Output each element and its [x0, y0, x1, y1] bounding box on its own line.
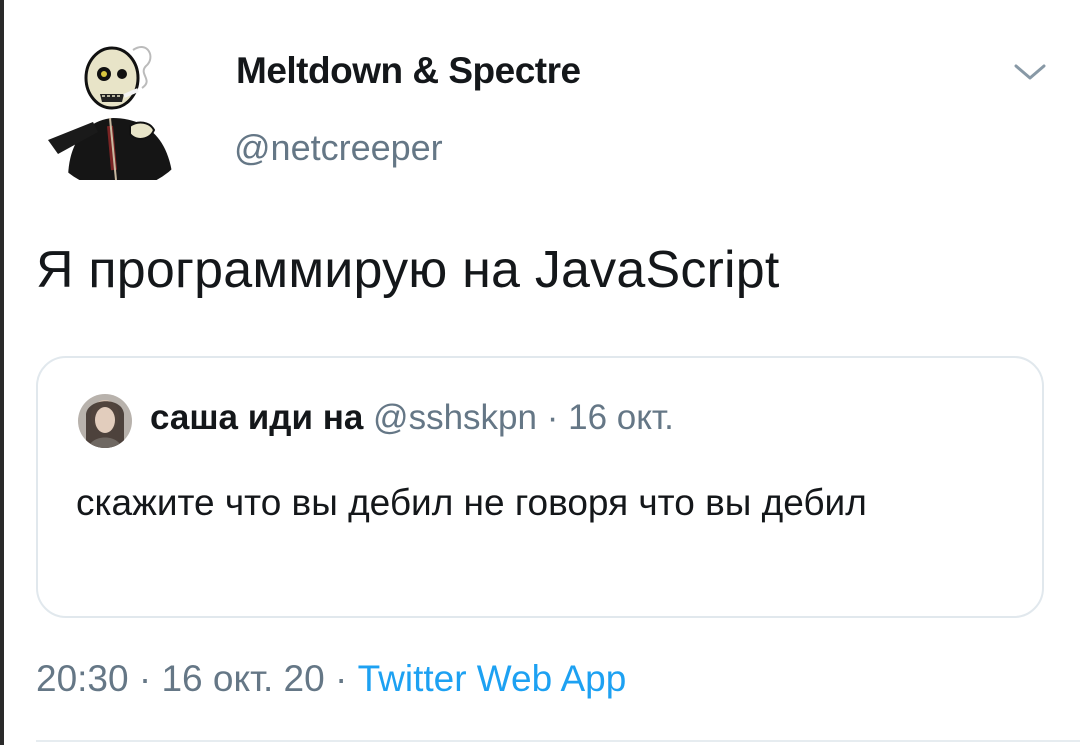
- window-edge: [0, 0, 4, 745]
- skeleton-illustration: [38, 30, 198, 190]
- author-handle[interactable]: @netcreeper: [234, 127, 443, 169]
- quoted-header: саша иди на @sshskpn · 16 окт.: [150, 398, 674, 438]
- quoted-tweet-text: скажите что вы дебил не говоря что вы де…: [76, 482, 867, 523]
- quoted-tweet-card[interactable]: саша иди на @sshskpn · 16 окт. скажите ч…: [36, 356, 1044, 618]
- quoted-separator: ·: [546, 398, 559, 437]
- portrait-photo: [78, 394, 132, 448]
- tweet-date[interactable]: 16 окт. 20: [161, 658, 324, 699]
- tweet-meta: 20:30 · 16 окт. 20 · Twitter Web App: [36, 658, 626, 700]
- author-avatar[interactable]: [38, 30, 198, 190]
- quoted-author-avatar[interactable]: [78, 394, 132, 448]
- tweet-time[interactable]: 20:30: [36, 658, 129, 699]
- divider: [36, 740, 1080, 742]
- tweet-text: Я программирую на JavaScript: [36, 241, 780, 299]
- meta-separator: ·: [334, 658, 348, 699]
- tweet-source-link[interactable]: Twitter Web App: [358, 658, 627, 699]
- quoted-author-handle[interactable]: @sshskpn: [373, 398, 537, 437]
- quoted-date[interactable]: 16 окт.: [568, 398, 674, 437]
- meta-separator: ·: [138, 658, 152, 699]
- quoted-author-name[interactable]: саша иди на: [150, 398, 363, 437]
- author-display-name[interactable]: Meltdown & Spectre: [236, 50, 581, 92]
- chevron-down-icon[interactable]: [1012, 60, 1048, 84]
